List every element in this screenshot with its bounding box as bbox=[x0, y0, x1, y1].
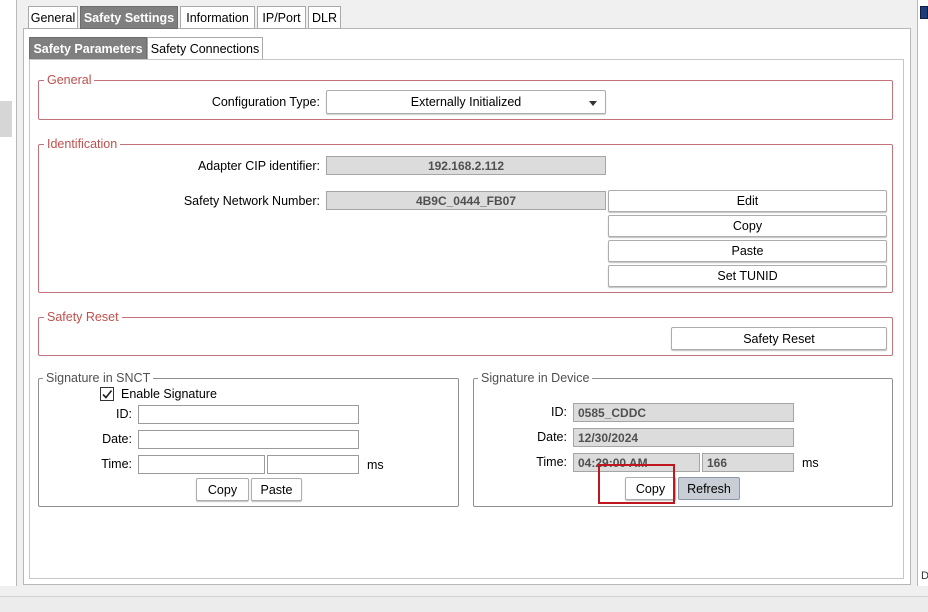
snct-copy-button[interactable]: Copy bbox=[196, 478, 249, 501]
snct-id-label: ID: bbox=[116, 407, 132, 421]
device-id-label: ID: bbox=[551, 405, 567, 419]
config-type-value: Externally Initialized bbox=[410, 95, 522, 109]
snct-time-label: Time: bbox=[101, 457, 132, 471]
config-type-dropdown[interactable]: Externally Initialized bbox=[326, 90, 606, 114]
snct-date-label: Date: bbox=[102, 432, 132, 446]
general-group-legend: General bbox=[44, 73, 95, 87]
paste-snn-button[interactable]: Paste bbox=[608, 240, 887, 262]
safety-reset-button[interactable]: Safety Reset bbox=[671, 327, 887, 350]
snct-date-input[interactable] bbox=[138, 430, 359, 449]
status-bar bbox=[0, 596, 928, 612]
device-date-label: Date: bbox=[537, 430, 567, 444]
identification-group-legend: Identification bbox=[44, 137, 121, 151]
right-pane-clipped-text: D bbox=[921, 570, 928, 582]
adapter-cip-label: Adapter CIP identifier: bbox=[197, 159, 320, 173]
enable-signature-label: Enable Signature bbox=[121, 387, 217, 401]
edit-button[interactable]: Edit bbox=[608, 190, 887, 212]
snct-ms-label: ms bbox=[367, 458, 384, 472]
tab-information[interactable]: Information bbox=[180, 6, 255, 29]
snct-time-input[interactable] bbox=[138, 455, 265, 474]
tab-safety-settings[interactable]: Safety Settings bbox=[80, 6, 178, 29]
app-icon bbox=[920, 6, 928, 19]
snct-paste-button[interactable]: Paste bbox=[251, 478, 302, 501]
subtab-safety-connections[interactable]: Safety Connections bbox=[147, 37, 263, 60]
adapter-cip-field: 192.168.2.112 bbox=[326, 156, 606, 175]
config-type-label: Configuration Type: bbox=[211, 95, 320, 109]
device-ms-label: ms bbox=[802, 456, 819, 470]
snct-ms-input[interactable] bbox=[267, 455, 359, 474]
signature-snct-legend: Signature in SNCT bbox=[43, 371, 154, 385]
copy-snn-button[interactable]: Copy bbox=[608, 215, 887, 237]
left-pane-scroll-thumb[interactable] bbox=[0, 101, 12, 137]
chevron-down-icon bbox=[589, 101, 597, 106]
highlight-box bbox=[598, 464, 675, 504]
left-pane-edge bbox=[0, 0, 17, 586]
snn-label: Safety Network Number: bbox=[183, 194, 320, 208]
device-date-field: 12/30/2024 bbox=[573, 428, 794, 447]
enable-signature-checkbox[interactable] bbox=[100, 387, 114, 401]
tab-ip-port[interactable]: IP/Port bbox=[257, 6, 306, 29]
device-refresh-button[interactable]: Refresh bbox=[678, 477, 740, 500]
subtab-safety-parameters[interactable]: Safety Parameters bbox=[29, 37, 147, 60]
set-tunid-button[interactable]: Set TUNID bbox=[608, 265, 887, 287]
right-pane-edge bbox=[917, 0, 928, 586]
snn-field: 4B9C_0444_FB07 bbox=[326, 191, 606, 210]
signature-device-legend: Signature in Device bbox=[478, 371, 593, 385]
checkmark-icon bbox=[102, 390, 113, 399]
safety-reset-group-legend: Safety Reset bbox=[44, 310, 122, 324]
device-time-label: Time: bbox=[536, 455, 567, 469]
device-ms-field: 166 bbox=[702, 453, 794, 472]
snct-id-input[interactable] bbox=[138, 405, 359, 424]
tab-general[interactable]: General bbox=[28, 6, 78, 29]
tab-dlr[interactable]: DLR bbox=[308, 6, 341, 29]
device-id-field: 0585_CDDC bbox=[573, 403, 794, 422]
